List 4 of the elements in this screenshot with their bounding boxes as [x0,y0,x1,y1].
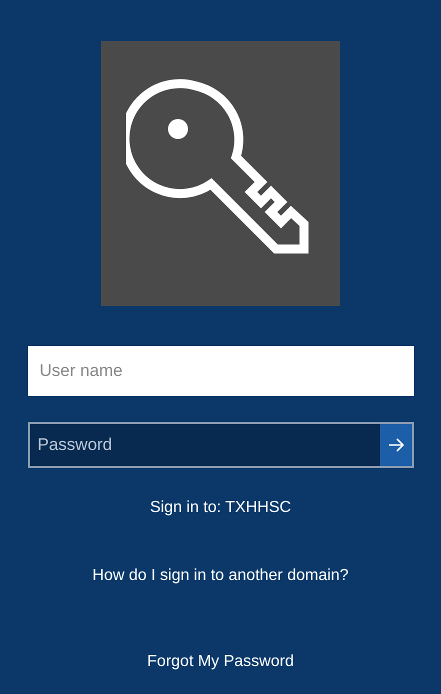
sign-in-domain-text: Sign in to: TXHHSC [150,498,292,518]
username-field[interactable]: User name [28,346,414,396]
other-domain-link[interactable]: How do I sign in to another domain? [92,564,349,588]
forgot-password-link[interactable]: Forgot My Password [147,650,294,674]
